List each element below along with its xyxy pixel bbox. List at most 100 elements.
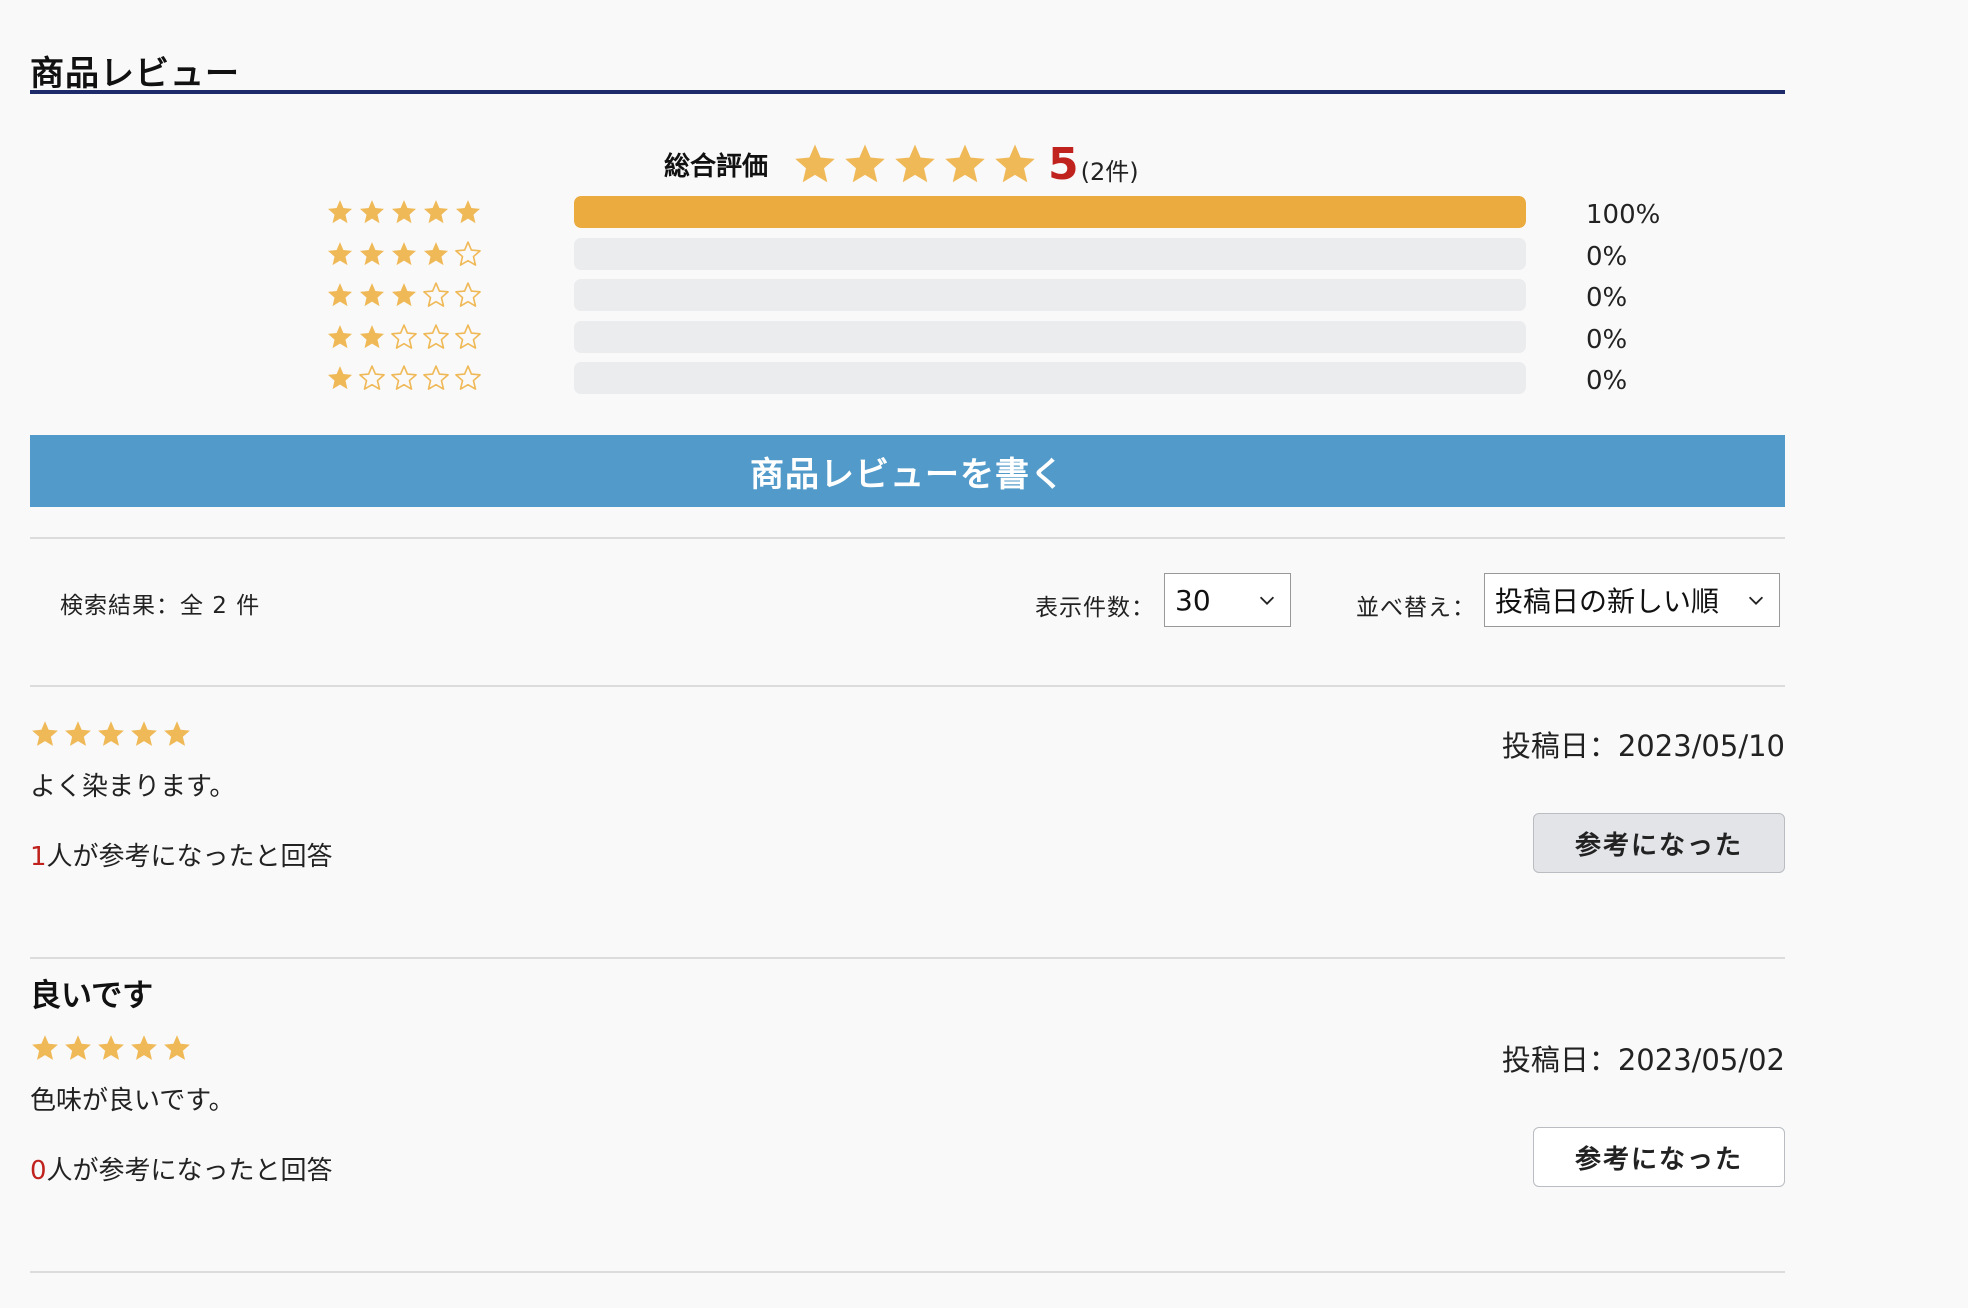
overall-rating: 総合評価 5 (2件): [664, 134, 1139, 194]
star-empty-icon: [422, 364, 450, 392]
star-filled-icon: [30, 1033, 60, 1063]
star-filled-icon: [96, 719, 126, 749]
sort-value: 投稿日の新しい順: [1495, 585, 1720, 618]
distribution-row-2-stars: 0%: [326, 320, 1628, 363]
star-filled-icon: [422, 198, 450, 226]
distribution-bar: [574, 320, 1526, 353]
distribution-stars: [326, 240, 482, 268]
write-review-button[interactable]: 商品レビューを書く: [30, 435, 1785, 507]
star-filled-icon: [129, 719, 159, 749]
star-filled-icon: [992, 141, 1038, 187]
distribution-stars: [326, 364, 482, 392]
per-page-value: 30: [1175, 583, 1211, 617]
star-filled-icon: [326, 198, 354, 226]
star-filled-icon: [422, 240, 450, 268]
star-empty-icon: [422, 323, 450, 351]
star-filled-icon: [63, 1033, 93, 1063]
review-item: 良いです 投稿日：2023/05/02 色味が良いです。 0人が参考になったと回…: [30, 960, 1785, 1270]
helpful-count: 1: [30, 842, 47, 872]
star-filled-icon: [454, 198, 482, 226]
star-filled-icon: [792, 141, 838, 187]
review-date: 投稿日：2023/05/02: [1501, 1043, 1785, 1077]
distribution-percent: 0%: [1586, 366, 1628, 396]
star-empty-icon: [454, 323, 482, 351]
star-filled-icon: [358, 240, 386, 268]
helpful-count: 0: [30, 1156, 47, 1186]
search-results-count: 検索結果：全 2 件: [60, 593, 261, 619]
chevron-down-icon: [1748, 596, 1764, 605]
star-filled-icon: [842, 141, 888, 187]
star-filled-icon: [162, 1033, 192, 1063]
overall-rating-label: 総合評価: [664, 151, 769, 182]
distribution-percent: 0%: [1586, 283, 1628, 313]
chevron-down-icon: [1259, 596, 1275, 605]
helpful-suffix: 人が参考になったと回答: [46, 1156, 333, 1186]
distribution-percent: 0%: [1586, 324, 1628, 355]
distribution-row-3-stars: 0%: [326, 279, 1628, 321]
star-filled-icon: [129, 1033, 159, 1063]
rating-distribution: 100% 0% 0% 0% 0%: [326, 196, 1660, 404]
star-filled-icon: [162, 719, 192, 749]
star-empty-icon: [454, 364, 482, 392]
distribution-percent: 100%: [1586, 200, 1661, 230]
distribution-row-1-stars: 0%: [326, 362, 1628, 404]
review-date: 投稿日：2023/05/10: [1501, 729, 1785, 763]
star-filled-icon: [942, 141, 988, 187]
sort-label: 並べ替え：: [1356, 595, 1476, 621]
review-body: よく染まります。: [30, 772, 236, 802]
review-page: 商品レビュー 総合評価 5 (2件) 100% 0% 0% 0% 0% 商品レビューを書…: [0, 0, 1968, 1308]
overall-stars: [792, 141, 1038, 187]
star-filled-icon: [326, 323, 354, 351]
helpful-suffix: 人が参考になったと回答: [46, 842, 333, 872]
star-filled-icon: [390, 240, 418, 268]
divider: [30, 957, 1785, 959]
per-page-select[interactable]: 30: [1164, 573, 1291, 627]
distribution-percent: 0%: [1586, 241, 1628, 272]
distribution-stars: [326, 281, 482, 309]
star-filled-icon: [326, 240, 354, 268]
star-filled-icon: [358, 323, 386, 351]
overall-score: 5: [1048, 138, 1079, 190]
review-item: 投稿日：2023/05/10 よく染まります。 1人が参考になったと回答 参考に…: [30, 700, 1785, 955]
star-filled-icon: [358, 281, 386, 309]
star-filled-icon: [96, 1033, 126, 1063]
star-filled-icon: [326, 364, 354, 392]
title-underline: [30, 90, 1785, 94]
divider: [30, 1271, 1785, 1273]
distribution-row-4-stars: 0%: [326, 237, 1628, 280]
star-filled-icon: [358, 198, 386, 226]
distribution-stars: [326, 198, 482, 226]
star-filled-icon: [326, 281, 354, 309]
divider: [30, 537, 1785, 539]
helpful-button[interactable]: 参考になった: [1533, 1127, 1785, 1187]
review-body: 色味が良いです。: [30, 1086, 235, 1116]
review-stars: [30, 719, 192, 749]
star-filled-icon: [30, 719, 60, 749]
sort-select[interactable]: 投稿日の新しい順: [1484, 573, 1780, 627]
helpful-count-text: 0人が参考になったと回答: [30, 1150, 333, 1187]
helpful-count-text: 1人が参考になったと回答: [30, 836, 333, 873]
star-empty-icon: [422, 281, 450, 309]
star-filled-icon: [390, 198, 418, 226]
distribution-bar: [574, 196, 1526, 228]
star-empty-icon: [454, 281, 482, 309]
review-title: 良いです: [30, 978, 154, 1014]
distribution-bar: [574, 237, 1526, 270]
distribution-bar: [574, 279, 1526, 311]
overall-review-count: (2件): [1080, 157, 1139, 186]
helpful-button[interactable]: 参考になった: [1533, 813, 1785, 873]
per-page-label: 表示件数：: [1035, 595, 1155, 621]
star-empty-icon: [358, 364, 386, 392]
distribution-row-5-stars: 100%: [326, 196, 1660, 238]
divider: [30, 685, 1785, 687]
star-filled-icon: [892, 141, 938, 187]
section-title: 商品レビュー: [30, 54, 240, 94]
star-filled-icon: [63, 719, 93, 749]
distribution-bar-fill: [574, 196, 1526, 228]
distribution-bar: [574, 362, 1526, 394]
star-empty-icon: [454, 240, 482, 268]
star-empty-icon: [390, 323, 418, 351]
review-stars: [30, 1033, 192, 1063]
star-empty-icon: [390, 364, 418, 392]
distribution-stars: [326, 323, 482, 351]
